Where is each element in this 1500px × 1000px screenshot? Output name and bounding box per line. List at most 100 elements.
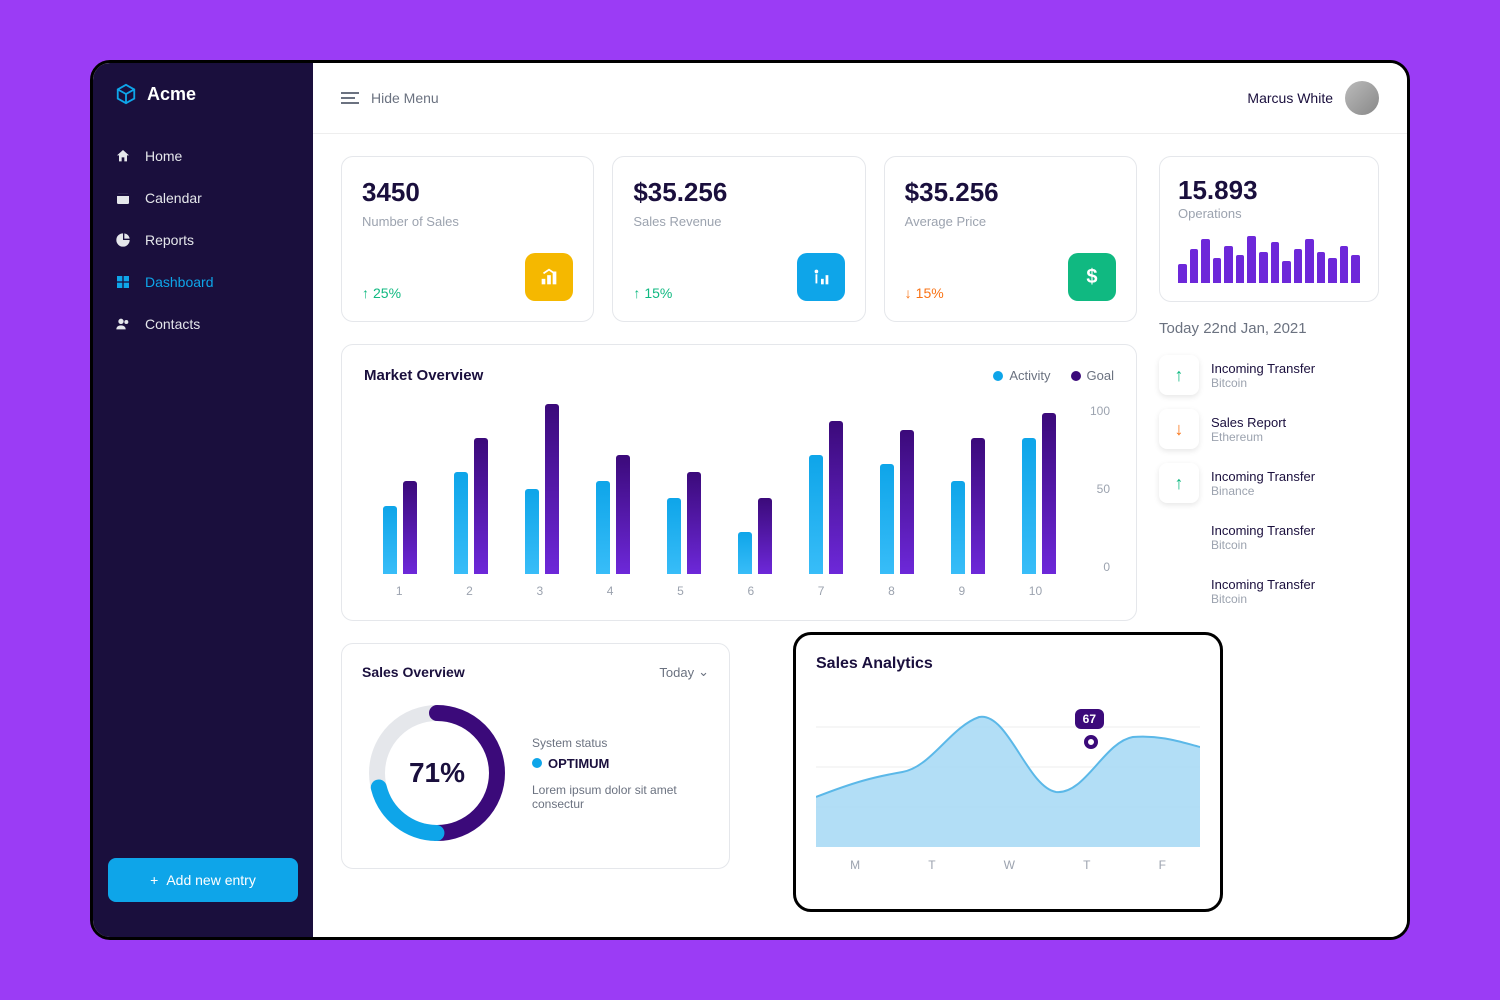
status-text: OPTIMUM	[548, 756, 609, 771]
card-avg-price: $35.256 Average Price ↓15% $	[884, 156, 1137, 322]
market-overview: Market Overview Activity Goal 1234567891…	[341, 344, 1137, 621]
brand-logo: Acme	[93, 83, 313, 135]
trend-down: ↓15%	[905, 285, 944, 301]
arrow-down-icon: ↓	[905, 285, 912, 301]
area-xaxis: MTWTF	[816, 858, 1200, 872]
y-axis: 100500	[1084, 404, 1114, 574]
activity-item[interactable]: ↑ Incoming TransferBinance	[1159, 463, 1379, 503]
activity-title: Sales Report	[1211, 415, 1286, 430]
dollar-icon: $	[1068, 253, 1116, 301]
activity-item[interactable]: ↓ Sales ReportEthereum	[1159, 409, 1379, 449]
cube-icon	[115, 83, 137, 105]
nav-home[interactable]: Home	[93, 135, 313, 177]
trend-value: 15%	[644, 285, 672, 301]
donut-percent: 71%	[409, 757, 465, 789]
sidebar: Acme Home Calendar Reports Dashboard Con…	[93, 63, 313, 937]
arrow-up-icon: ↑	[362, 285, 369, 301]
home-icon	[115, 148, 131, 164]
add-button-label: Add new entry	[166, 872, 256, 888]
trend-value: 25%	[373, 285, 401, 301]
nav-calendar[interactable]: Calendar	[93, 177, 313, 219]
card-sales: 3450 Number of Sales ↑25%	[341, 156, 594, 322]
status-desc: Lorem ipsum dolor sit amet consectur	[532, 783, 709, 811]
arrow-up-icon: ↑	[633, 285, 640, 301]
chart-bars-icon	[525, 253, 573, 301]
chart-marker	[1084, 735, 1098, 749]
topbar: Hide Menu Marcus White	[313, 63, 1407, 134]
chart-legend: Activity Goal	[993, 368, 1114, 383]
activity-item[interactable]: Incoming TransferBitcoin	[1159, 517, 1379, 557]
arrow-up-icon	[1159, 571, 1199, 611]
arrow-up-icon: ↑	[1159, 355, 1199, 395]
activity-title: Incoming Transfer	[1211, 361, 1315, 376]
trend-up: ↑15%	[633, 285, 672, 301]
nav-contacts[interactable]: Contacts	[93, 303, 313, 345]
activity-title: Incoming Transfer	[1211, 469, 1315, 484]
market-chart: 12345678910	[364, 404, 1074, 598]
chevron-down-icon: ⌄	[698, 664, 709, 680]
avatar	[1345, 81, 1379, 115]
card-value: $35.256	[633, 177, 844, 208]
card-label: Average Price	[905, 214, 1116, 229]
status-badge: OPTIMUM	[532, 756, 709, 771]
operations-value: 15.893	[1178, 175, 1360, 206]
operations-card: 15.893 Operations	[1159, 156, 1379, 302]
dot-icon	[1071, 371, 1081, 381]
sales-info: System status OPTIMUM Lorem ipsum dolor …	[532, 736, 709, 811]
donut-chart: 71%	[362, 698, 512, 848]
activity-list: ↑Incoming TransferBitcoin↓Sales ReportEt…	[1159, 355, 1379, 611]
card-label: Sales Revenue	[633, 214, 844, 229]
arrow-up-icon	[1159, 517, 1199, 557]
presentation-icon	[797, 253, 845, 301]
arrow-up-icon: ↑	[1159, 463, 1199, 503]
hamburger-icon	[341, 91, 359, 105]
activity-subtitle: Binance	[1211, 484, 1315, 498]
activity-subtitle: Bitcoin	[1211, 592, 1315, 606]
nav-calendar-label: Calendar	[145, 190, 202, 206]
user-name: Marcus White	[1247, 90, 1333, 106]
activity-item[interactable]: Incoming TransferBitcoin	[1159, 571, 1379, 611]
legend-goal: Goal	[1071, 368, 1114, 383]
hide-menu-button[interactable]: Hide Menu	[341, 90, 439, 106]
nav-dashboard-label: Dashboard	[145, 274, 214, 290]
activity-subtitle: Bitcoin	[1211, 376, 1315, 390]
activity-item[interactable]: ↑ Incoming TransferBitcoin	[1159, 355, 1379, 395]
pie-icon	[115, 232, 131, 248]
nav-dashboard[interactable]: Dashboard	[93, 261, 313, 303]
app-window: Acme Home Calendar Reports Dashboard Con…	[90, 60, 1410, 940]
legend-label: Goal	[1087, 368, 1114, 383]
activity-subtitle: Ethereum	[1211, 430, 1286, 444]
nav: Home Calendar Reports Dashboard Contacts	[93, 135, 313, 858]
card-value: 3450	[362, 177, 573, 208]
stat-cards: 3450 Number of Sales ↑25% $35.256 Sales …	[341, 156, 1137, 322]
chart-tooltip: 67	[1075, 709, 1104, 729]
calendar-icon	[115, 190, 131, 206]
nav-contacts-label: Contacts	[145, 316, 200, 332]
activity-title: Incoming Transfer	[1211, 523, 1315, 538]
trend-up: ↑25%	[362, 285, 401, 301]
add-entry-button[interactable]: + Add new entry	[108, 858, 298, 902]
nav-reports-label: Reports	[145, 232, 194, 248]
legend-label: Activity	[1009, 368, 1050, 383]
brand-name: Acme	[147, 84, 196, 105]
period-dropdown[interactable]: Today ⌄	[659, 664, 709, 680]
analytics-title: Sales Analytics	[816, 655, 1200, 673]
users-icon	[115, 316, 131, 332]
user-menu[interactable]: Marcus White	[1247, 81, 1379, 115]
card-label: Number of Sales	[362, 214, 573, 229]
nav-reports[interactable]: Reports	[93, 219, 313, 261]
dropdown-label: Today	[659, 665, 694, 680]
sales-overview: Sales Overview Today⌄ 71%	[341, 643, 730, 869]
legend-activity: Activity	[993, 368, 1050, 383]
operations-chart	[1178, 233, 1360, 283]
trend-value: 15%	[916, 285, 944, 301]
market-title: Market Overview	[364, 367, 483, 384]
card-value: $35.256	[905, 177, 1116, 208]
dot-icon	[993, 371, 1003, 381]
nav-home-label: Home	[145, 148, 182, 164]
sales-analytics-popup: Sales Analytics 67 MTWTF	[793, 632, 1223, 912]
grid-icon	[115, 274, 131, 290]
area-chart: 67 MTWTF	[816, 687, 1200, 877]
arrow-down-icon: ↓	[1159, 409, 1199, 449]
hide-menu-label: Hide Menu	[371, 90, 439, 106]
